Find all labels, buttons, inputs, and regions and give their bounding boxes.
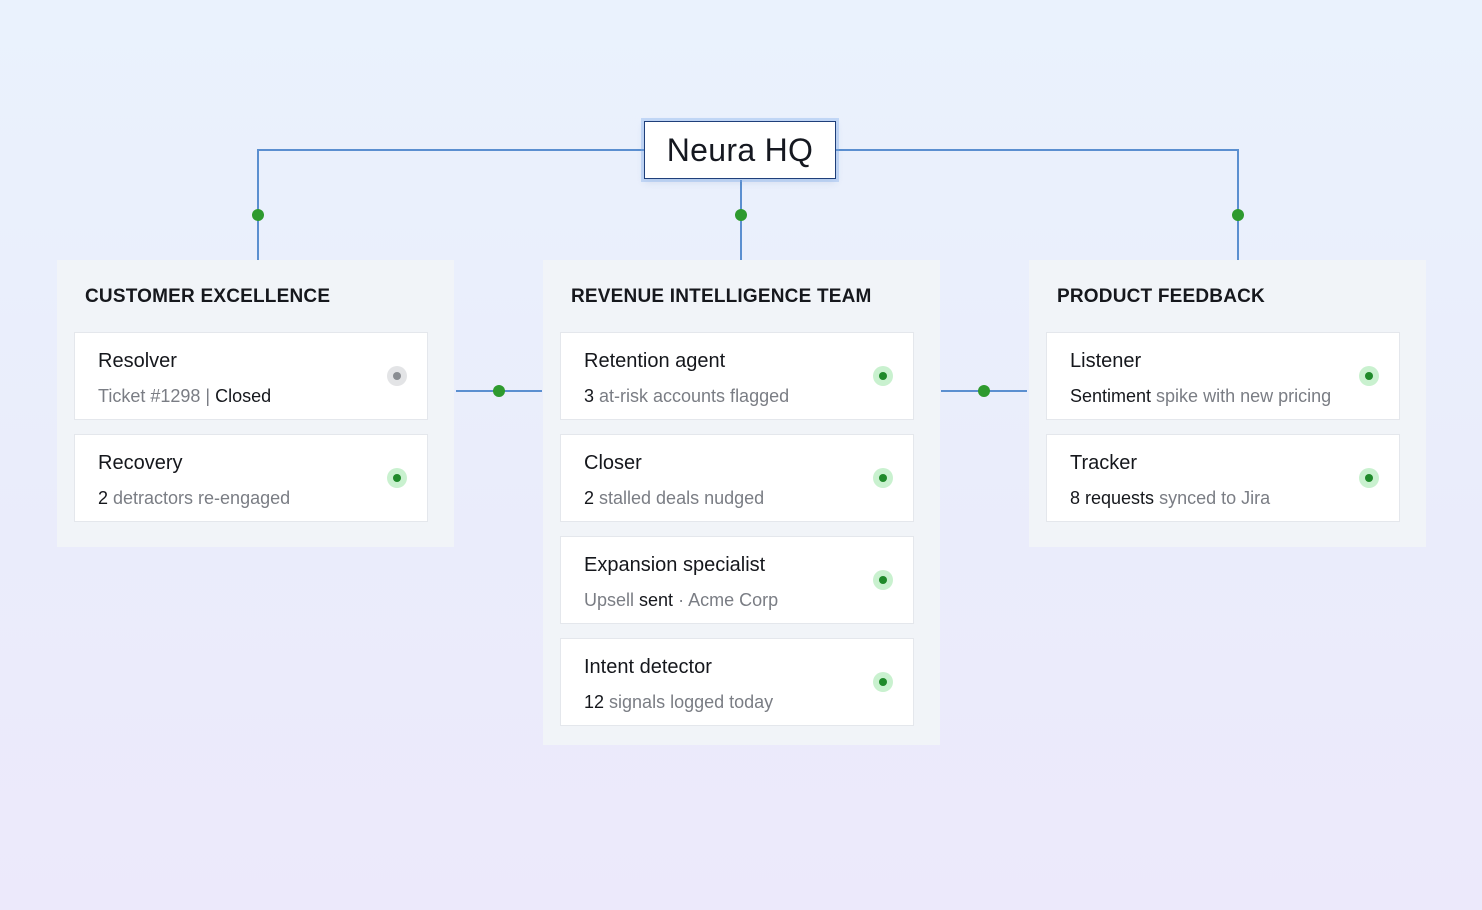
detail-highlight: sent xyxy=(639,590,674,610)
agent-detail: 2 stalled deals nudged xyxy=(584,488,764,509)
agent-card[interactable]: Intent detector 12 signals logged today xyxy=(560,638,914,726)
agent-card[interactable]: Closer 2 stalled deals nudged xyxy=(560,434,914,522)
detail-highlight: 2 xyxy=(584,488,595,508)
detail-text: spike with new pricing xyxy=(1151,386,1332,406)
detail-highlight: 3 xyxy=(584,386,595,406)
agent-detail: 8 requests synced to Jira xyxy=(1070,488,1270,509)
agent-card[interactable]: Recovery 2 detractors re-engaged xyxy=(74,434,428,522)
status-idle-dot xyxy=(387,366,407,386)
detail-text: detractors re-engaged xyxy=(108,488,291,508)
team-title: REVENUE INTELLIGENCE TEAM xyxy=(571,286,872,307)
agent-name: Expansion specialist xyxy=(584,554,766,576)
agent-name: Resolver xyxy=(98,350,177,372)
detail-text: at-risk accounts flagged xyxy=(594,386,790,406)
status-active-dot xyxy=(873,672,893,692)
detail-highlight: Closed xyxy=(215,386,272,406)
detail-highlight: 12 xyxy=(584,692,605,712)
agent-card[interactable]: Retention agent 3 at-risk accounts flagg… xyxy=(560,332,914,420)
team-title: CUSTOMER EXCELLENCE xyxy=(85,286,331,307)
agent-detail: Sentiment spike with new pricing xyxy=(1070,386,1331,407)
connector-root-left xyxy=(257,149,644,260)
detail-text: Ticket #1298 | xyxy=(98,386,216,406)
junction-dot xyxy=(1232,209,1244,221)
agent-card[interactable]: Expansion specialist Upsell sent · Acme … xyxy=(560,536,914,624)
team-revenue-intelligence: REVENUE INTELLIGENCE TEAM Retention agen… xyxy=(543,260,940,745)
detail-highlight: 8 requests xyxy=(1070,488,1155,508)
agent-name: Retention agent xyxy=(584,350,726,372)
team-title: PRODUCT FEEDBACK xyxy=(1057,286,1265,307)
agent-card[interactable]: Resolver Ticket #1298 | Closed xyxy=(74,332,428,420)
detail-text: · Acme Corp xyxy=(673,590,779,610)
agent-card[interactable]: Tracker 8 requests synced to Jira xyxy=(1046,434,1400,522)
junction-dot xyxy=(493,385,505,397)
detail-text: synced to Jira xyxy=(1154,488,1271,508)
agent-name: Listener xyxy=(1070,350,1142,372)
agent-detail: Upsell sent · Acme Corp xyxy=(584,590,778,611)
agent-name: Intent detector xyxy=(584,656,712,678)
status-active-dot xyxy=(873,570,893,590)
status-active-dot xyxy=(1359,468,1379,488)
agent-detail: Ticket #1298 | Closed xyxy=(98,386,271,407)
junction-dot xyxy=(735,209,747,221)
status-active-dot xyxy=(1359,366,1379,386)
detail-highlight: 2 xyxy=(98,488,109,508)
agent-name: Tracker xyxy=(1070,452,1138,474)
team-product-feedback: PRODUCT FEEDBACK Listener Sentiment spik… xyxy=(1029,260,1426,547)
detail-highlight: Sentiment xyxy=(1070,386,1152,406)
root-label: Neura HQ xyxy=(666,131,814,168)
agent-detail: 2 detractors re-engaged xyxy=(98,488,290,509)
agent-name: Closer xyxy=(584,452,642,474)
detail-text: stalled deals nudged xyxy=(594,488,765,508)
junction-dot xyxy=(978,385,990,397)
agent-detail: 12 signals logged today xyxy=(584,692,773,713)
detail-text: signals logged today xyxy=(604,692,774,712)
status-active-dot xyxy=(387,468,407,488)
connector-root-right xyxy=(836,149,1239,260)
status-active-dot xyxy=(873,366,893,386)
agent-card[interactable]: Listener Sentiment spike with new pricin… xyxy=(1046,332,1400,420)
detail-text: Upsell xyxy=(584,590,640,610)
agent-name: Recovery xyxy=(98,452,183,474)
junction-dot xyxy=(252,209,264,221)
team-customer-excellence: CUSTOMER EXCELLENCE Resolver Ticket #129… xyxy=(57,260,454,547)
status-active-dot xyxy=(873,468,893,488)
agent-detail: 3 at-risk accounts flagged xyxy=(584,386,789,407)
root-node[interactable]: Neura HQ xyxy=(644,121,836,179)
